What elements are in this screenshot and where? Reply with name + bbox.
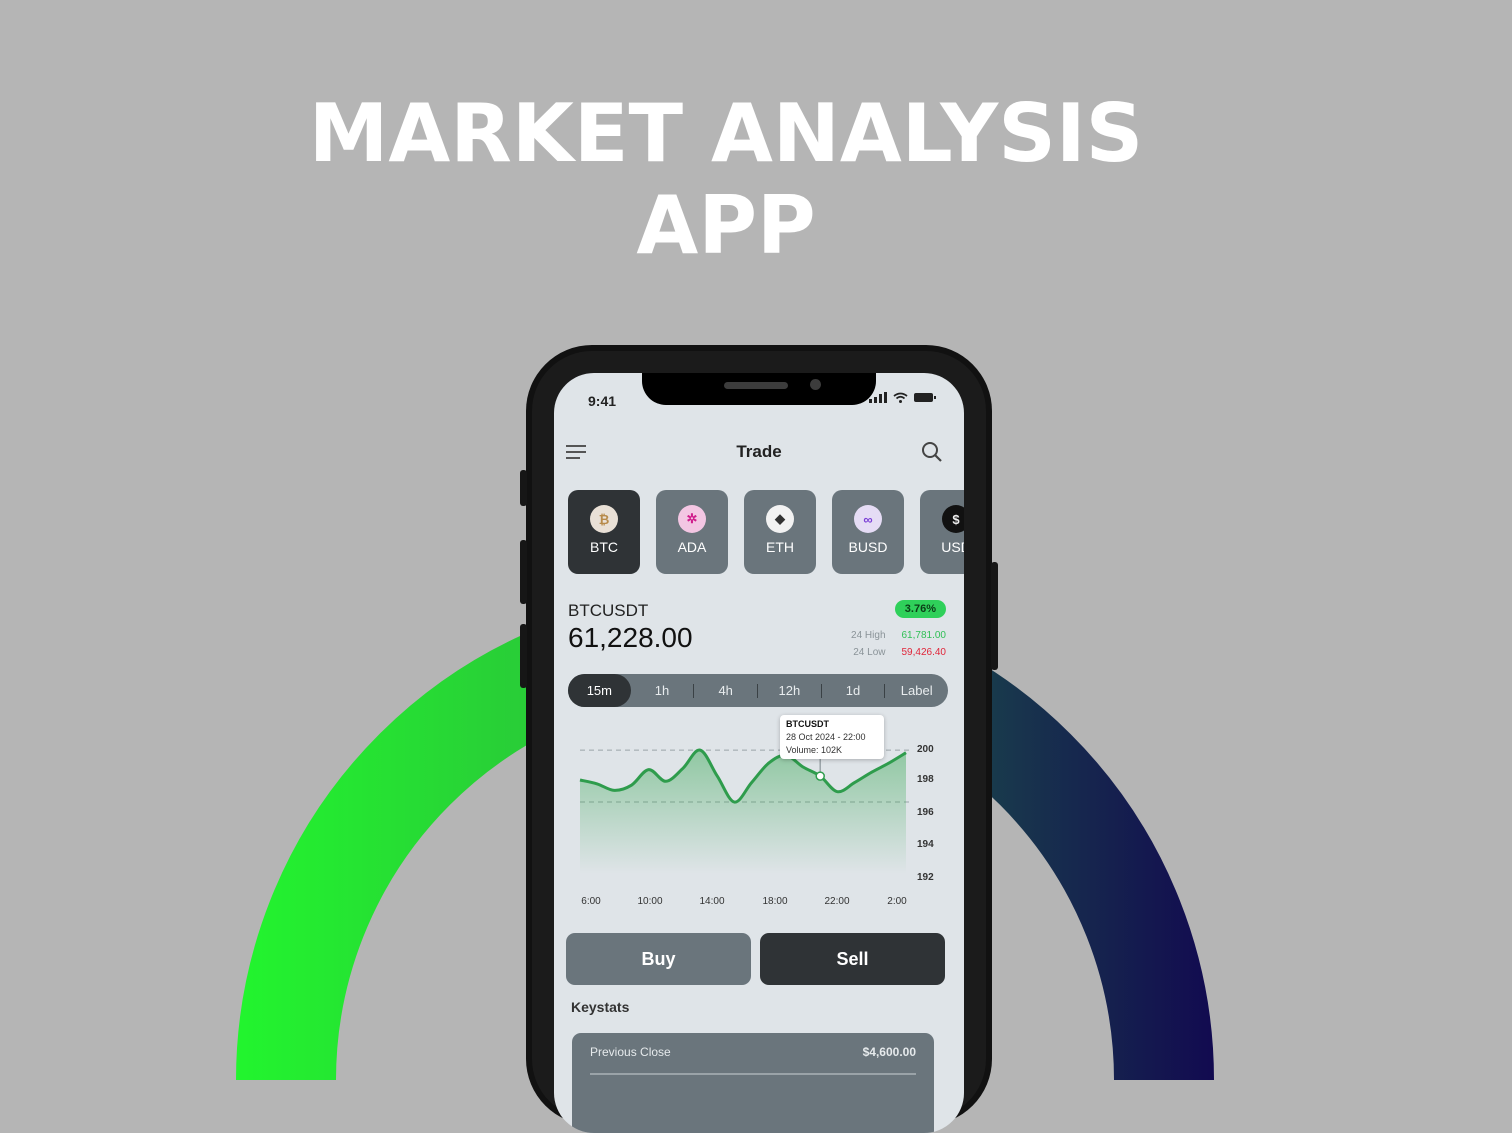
x-tick-label: 2:00 — [887, 896, 907, 907]
chart-area — [580, 750, 906, 874]
x-tick-label: 10:00 — [637, 896, 662, 907]
phone-power-button — [991, 562, 998, 670]
low-value: 59,426.40 — [901, 647, 947, 658]
search-icon[interactable] — [920, 440, 944, 464]
coin-tab-btc[interactable]: ₿ BTC — [568, 490, 640, 574]
pair-price: 61,228.00 — [568, 622, 693, 653]
low-label: 24 Low — [853, 647, 886, 658]
speaker-grille — [724, 382, 788, 389]
x-tick-label: 6:00 — [581, 896, 601, 907]
coin-tab-busd[interactable]: ∞ BUSD — [832, 490, 904, 574]
ethereum-icon: ◆ — [766, 505, 794, 533]
change-badge: 3.76% — [894, 600, 946, 618]
keystats-card: Previous Close $4,600.00 — [572, 1033, 934, 1133]
divider — [590, 1073, 916, 1075]
tab-15m[interactable]: 15m — [568, 674, 631, 707]
phone-screen: 9:41 Trade ₿ BTC ✲ ADA ◆ ETH ∞ BUSD $ US… — [554, 373, 964, 1133]
status-icons — [869, 392, 936, 403]
y-tick-label: 198 — [917, 774, 934, 785]
coin-label: USD — [941, 539, 964, 555]
coin-label: BUSD — [848, 539, 888, 555]
tooltip-volume: Volume: 102K — [786, 745, 843, 755]
signal-icon — [869, 392, 887, 403]
stat-row: Previous Close $4,600.00 — [590, 1045, 916, 1059]
phone-mute-switch — [520, 470, 527, 506]
coin-tab-eth[interactable]: ◆ ETH — [744, 490, 816, 574]
front-camera — [810, 379, 821, 390]
bitcoin-icon: ₿ — [590, 505, 618, 533]
price-chart[interactable]: 200 198 196 194 192 6:00 10:00 14:00 18:00 22:00… — [554, 708, 964, 918]
sell-button[interactable]: Sell — [760, 933, 945, 985]
battery-icon — [914, 393, 936, 402]
tab-label[interactable]: Label — [885, 674, 948, 707]
y-tick-label: 192 — [917, 872, 934, 883]
tooltip-date: 28 Oct 2024 - 22:00 — [786, 732, 866, 742]
tooltip-title: BTCUSDT — [786, 719, 829, 729]
phone-notch — [642, 373, 876, 405]
wifi-icon — [893, 392, 908, 403]
high-label: 24 High — [851, 630, 886, 641]
buy-button[interactable]: Buy — [566, 933, 751, 985]
coin-selector: ₿ BTC ✲ ADA ◆ ETH ∞ BUSD $ USD — [568, 490, 964, 574]
coin-label: BTC — [590, 539, 618, 555]
stat-value: $4,600.00 — [862, 1045, 916, 1059]
x-tick-label: 14:00 — [699, 896, 724, 907]
coin-label: ADA — [677, 539, 707, 555]
low-row: 24 Low 59,426.40 — [853, 647, 946, 658]
coin-tab-ada[interactable]: ✲ ADA — [656, 490, 728, 574]
cardano-icon: ✲ — [678, 505, 706, 533]
highlight-point[interactable] — [815, 771, 825, 781]
y-tick-label: 194 — [917, 839, 934, 850]
tab-1h[interactable]: 1h — [631, 674, 694, 707]
keystats-title: Keystats — [571, 999, 630, 1015]
page-title: Trade — [736, 442, 782, 461]
coin-tab-usd[interactable]: $ USD — [920, 490, 964, 574]
phone-volume-down — [520, 624, 527, 688]
y-tick-label: 196 — [917, 807, 934, 818]
chart-tooltip: BTCUSDT 28 Oct 2024 - 22:00 Volume: 102K — [780, 715, 884, 759]
stat-label: Previous Close — [590, 1045, 671, 1059]
tab-1d[interactable]: 1d — [822, 674, 885, 707]
pair-name: BTCUSDT — [568, 601, 649, 620]
tab-12h[interactable]: 12h — [758, 674, 821, 707]
coin-label: ETH — [766, 539, 794, 555]
busd-icon: ∞ — [854, 505, 882, 533]
y-tick-label: 200 — [917, 744, 934, 755]
high-value: 61,781.00 — [901, 630, 947, 641]
tab-4h[interactable]: 4h — [694, 674, 757, 707]
usd-icon: $ — [942, 505, 964, 533]
phone-volume-up — [520, 540, 527, 604]
high-row: 24 High 61,781.00 — [851, 630, 946, 641]
status-time: 9:41 — [588, 393, 617, 409]
x-tick-label: 18:00 — [762, 896, 787, 907]
timeframe-selector: 15m 1h 4h 12h 1d Label — [568, 674, 948, 707]
x-tick-label: 22:00 — [824, 896, 849, 907]
